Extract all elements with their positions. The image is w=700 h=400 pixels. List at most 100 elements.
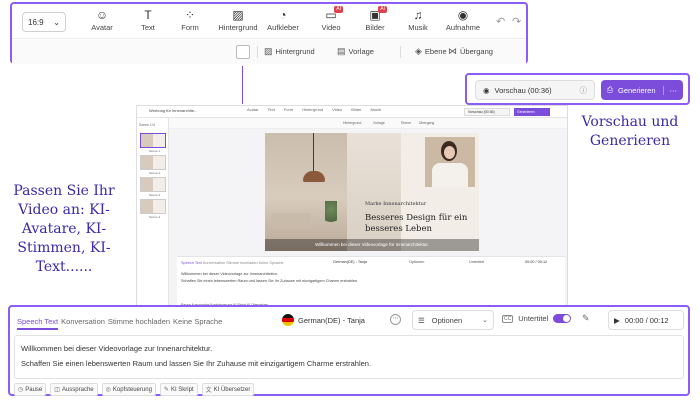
mini-tool-music[interactable]: Musik	[371, 107, 381, 112]
template-icon: ▤	[337, 46, 346, 56]
mini-tool-shapes[interactable]: Form	[284, 107, 293, 112]
canvas-headline[interactable]: Besseres Design für ein besseres Leben	[365, 213, 471, 235]
mini-tool-images[interactable]: Bilder	[351, 107, 361, 112]
main-toolbar: 16:9 ⌄ ☺ Avatar T Text ⁘ Form ▨ Hintergr…	[12, 4, 526, 38]
record-icon: ◉	[457, 8, 469, 22]
tab-conversation[interactable]: Konversation	[61, 317, 105, 326]
scene-label: Szene 3	[149, 193, 161, 197]
mini-layer-button[interactable]: Ebene	[401, 121, 411, 125]
pronunciation-button[interactable]: ◫ Aussprache	[50, 383, 98, 396]
script-textarea[interactable]: Willkommen bei dieser Videovorlage zur I…	[14, 335, 684, 379]
tab-upload-voice[interactable]: Stimme hochladen	[108, 317, 170, 326]
tool-music[interactable]: ♫ Musik	[398, 7, 438, 32]
chevron-down-icon: ⌄	[482, 317, 488, 324]
tool-images[interactable]: ▣ AI Bilder	[355, 6, 395, 32]
mini-tool-text[interactable]: Text	[268, 107, 275, 112]
tool-label: Hintergrund	[218, 23, 258, 32]
tab-no-speech[interactable]: Keine Sprache	[173, 317, 222, 326]
tool-text[interactable]: T Text	[128, 7, 168, 32]
scene-thumbnail[interactable]	[140, 155, 166, 170]
undo-icon[interactable]: ↶	[496, 15, 505, 28]
tool-video[interactable]: ▭ AI Video	[311, 6, 351, 32]
video-icon: ▭ AI	[325, 6, 343, 22]
translate-icon: 文	[205, 388, 212, 394]
mini-script-text[interactable]: Willkommen bei dieser Videovorlage zur I…	[181, 271, 358, 285]
chip-label: KI Übersetzer	[213, 386, 251, 393]
mini-header: Werbung für Innenarchite... Avatar Text …	[137, 106, 567, 118]
lamp-cord	[313, 133, 314, 173]
mini-tool-avatar[interactable]: Avatar	[247, 107, 259, 112]
transition-button[interactable]: ⋈ Übergang	[448, 46, 493, 57]
tool-shapes[interactable]: ⁘ Form	[170, 7, 210, 32]
mini-preview-button[interactable]: Vorschau (00:36)	[464, 108, 510, 116]
mini-transition-button[interactable]: Übergang	[419, 121, 434, 125]
ai-translator-button[interactable]: 文 KI Übersetzer	[201, 383, 255, 396]
project-title[interactable]: Werbung für Innenarchite...	[149, 108, 197, 113]
generate-button[interactable]: ⎙ Generieren ⋯	[601, 80, 683, 100]
mini-options-select[interactable]: Optionen	[409, 260, 424, 264]
subtitle-icon: CC	[502, 314, 514, 323]
background-button[interactable]: ▨ Hintergrund	[264, 46, 315, 57]
tab-speech-text[interactable]: Speech Text	[17, 317, 59, 330]
tool-background[interactable]: ▨ Hintergrund	[215, 7, 261, 32]
canvas-brand-tag[interactable]: Marke Innenarchitektur	[365, 201, 426, 207]
tool-label: Aufkleber	[267, 23, 299, 32]
playback-control[interactable]: ▶ 00:00 / 00:12	[608, 310, 684, 330]
scene-thumbnail[interactable]	[140, 133, 166, 148]
scene-count: Szene 1/4	[139, 123, 155, 127]
scene-sidebar: Szene 1/4 Szene 1 Szene 2 Szene 3 Szene …	[137, 118, 169, 309]
play-icon[interactable]: ▶	[614, 316, 620, 325]
mini-tab-no-speech[interactable]: Keine Sprache	[259, 261, 284, 265]
divider	[257, 46, 258, 58]
preview-button[interactable]: ◉ Vorschau (00:36) ⓘ	[475, 80, 595, 100]
color-swatch[interactable]	[236, 45, 250, 59]
chip-label: Pause	[25, 386, 43, 393]
video-canvas[interactable]: Marke Innenarchitektur Besseres Design f…	[265, 133, 479, 251]
subtitle-toggle[interactable]	[553, 314, 572, 323]
mini-playback-time[interactable]: 00:00 / 00:12	[525, 260, 547, 264]
mini-tool-video[interactable]: Video	[332, 107, 342, 112]
options-select[interactable]: ☰ Optionen ⌄	[412, 310, 494, 330]
mini-tab-conversation[interactable]: Konversation	[203, 261, 225, 265]
mini-tab-speech[interactable]: Speech Text	[181, 261, 202, 265]
mini-script-panel: Speech Text Konversation Stimme hochlade…	[177, 256, 565, 309]
more-icon[interactable]: ⋯	[662, 85, 677, 95]
mini-generate-button[interactable]: Generieren	[514, 108, 550, 116]
layers-icon: ◈	[415, 46, 422, 56]
background-icon: ▨	[264, 46, 273, 56]
redo-icon[interactable]: ↷	[512, 15, 521, 28]
more-icon[interactable]: ⋯	[390, 314, 401, 325]
ai-script-button[interactable]: ✎ KI Skript	[159, 383, 198, 396]
mini-subtitle-toggle[interactable]: Untertitel	[469, 260, 484, 264]
voice-select[interactable]: German(DE) - Tanja	[282, 311, 402, 329]
template-button[interactable]: ▤ Vorlage	[337, 46, 374, 57]
image-icon: ▣ AI	[369, 6, 387, 22]
tool-sticker[interactable]: ◔ Aufkleber	[261, 7, 305, 32]
head-control-button[interactable]: ◎ Kopfsteuerung	[101, 383, 156, 396]
annotation-customize: Passen Sie Ihr Video an: KI-Avatare, KI-…	[13, 183, 115, 275]
scene-thumbnail[interactable]	[140, 199, 166, 214]
mini-background-button[interactable]: Hintergrund	[343, 121, 361, 125]
generate-icon: ⎙	[607, 85, 613, 94]
mini-tool-background[interactable]: Hintergrund	[302, 107, 323, 112]
sliders-icon: ☰	[418, 315, 425, 325]
script-tabs: Speech Text Konversation Stimme hochlade…	[17, 317, 222, 330]
ai-badge: AI	[378, 6, 387, 13]
layer-button[interactable]: ◈ Ebene	[415, 46, 447, 57]
mini-tab-upload-voice[interactable]: Stimme hochladen	[226, 261, 257, 265]
pendant-lamp	[303, 171, 325, 182]
pause-button[interactable]: ◷ Pause	[14, 383, 47, 396]
tool-avatar[interactable]: ☺ Avatar	[82, 7, 122, 32]
aspect-ratio-select[interactable]: 16:9 ⌄	[22, 12, 66, 32]
secondary-toolbar: ▨ Hintergrund ▤ Vorlage ◈ Ebene ⋈ Überga…	[12, 40, 526, 64]
mini-secondary-toolbar: Hintergrund Vorlage Ebene Übergang	[169, 118, 567, 129]
scene-thumbnail[interactable]	[140, 177, 166, 192]
mini-voice-select[interactable]: German(DE) - Tanja	[333, 260, 367, 264]
mini-template-button[interactable]: Vorlage	[373, 121, 385, 125]
pin-icon[interactable]: ✎	[582, 313, 590, 324]
scene-label: Szene 1	[149, 149, 161, 153]
text-icon: T	[144, 8, 152, 22]
leader-line-top	[242, 66, 243, 104]
preview-label: Vorschau (00:36)	[494, 85, 552, 95]
tool-record[interactable]: ◉ Aufnahme	[440, 7, 486, 32]
